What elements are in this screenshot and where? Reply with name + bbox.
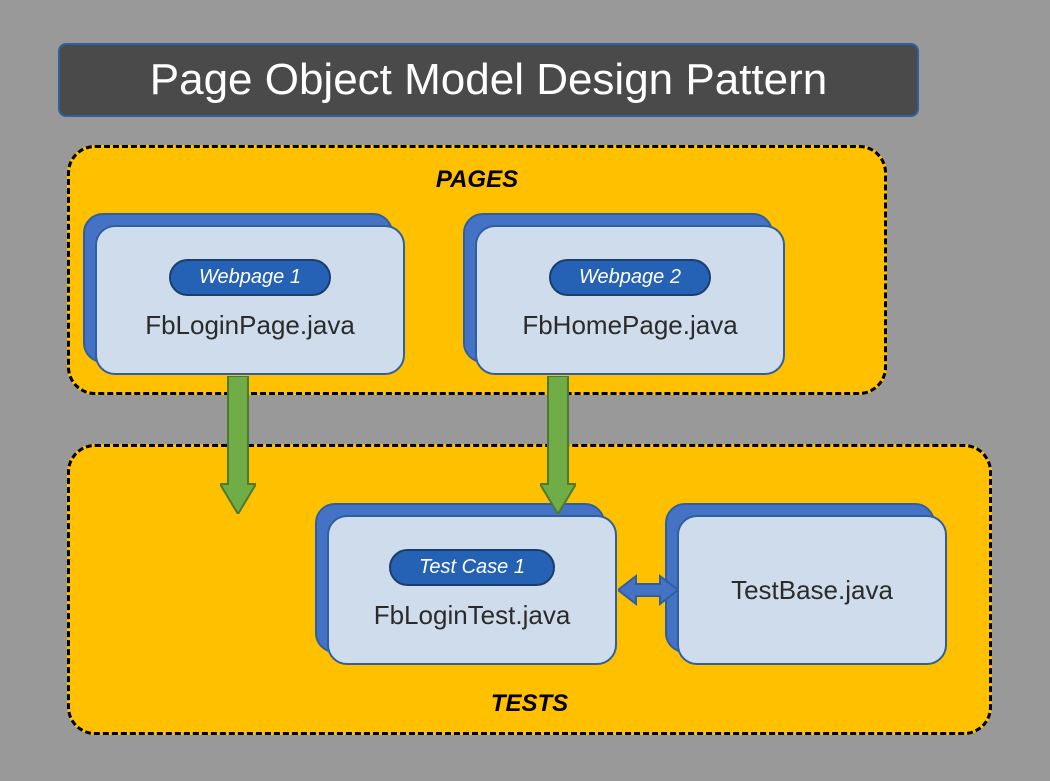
tests-label: TESTS bbox=[70, 690, 989, 718]
page-badge: Webpage 1 bbox=[169, 259, 331, 296]
pages-label: PAGES bbox=[70, 166, 884, 194]
card-body: TestBase.java bbox=[677, 515, 947, 665]
arrow-down-icon bbox=[540, 376, 570, 514]
card-body: Webpage 2 FbHomePage.java bbox=[475, 225, 785, 375]
page-badge: Webpage 2 bbox=[549, 259, 711, 296]
arrow-bidirectional-icon bbox=[618, 572, 678, 608]
arrow-down-icon bbox=[220, 376, 250, 514]
card-body: Test Case 1 FbLoginTest.java bbox=[327, 515, 617, 665]
diagram-title: Page Object Model Design Pattern bbox=[58, 43, 919, 117]
card-body: Webpage 1 FbLoginPage.java bbox=[95, 225, 405, 375]
test-filename: FbLoginTest.java bbox=[374, 600, 571, 631]
page-card-2: Webpage 2 FbHomePage.java bbox=[475, 225, 785, 375]
test-badge: Test Case 1 bbox=[389, 549, 555, 586]
page-card-1: Webpage 1 FbLoginPage.java bbox=[95, 225, 405, 375]
test-card-1: Test Case 1 FbLoginTest.java bbox=[327, 515, 617, 665]
test-card-2: TestBase.java bbox=[677, 515, 947, 665]
page-filename: FbHomePage.java bbox=[522, 310, 737, 341]
test-filename: TestBase.java bbox=[731, 575, 893, 606]
page-filename: FbLoginPage.java bbox=[145, 310, 355, 341]
